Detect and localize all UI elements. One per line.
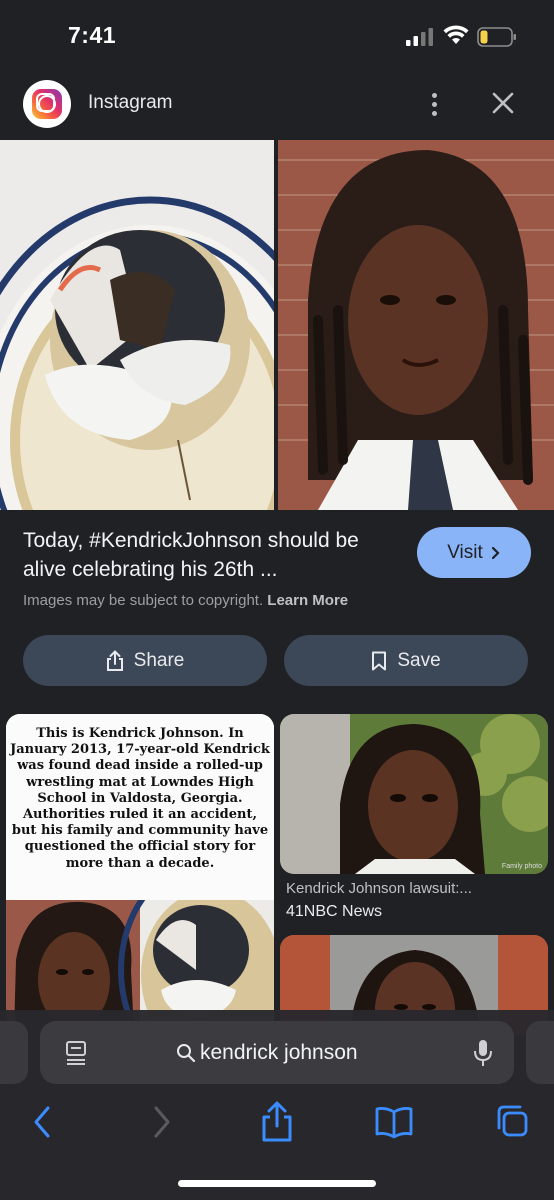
- hero-image[interactable]: [0, 140, 554, 510]
- back-icon[interactable]: [28, 1100, 56, 1144]
- portrait-photo: [278, 140, 554, 510]
- search-icon: [177, 1044, 196, 1063]
- watermark-text: Family photo: [501, 863, 542, 870]
- chevron-right-icon: [491, 546, 500, 559]
- related-image-card[interactable]: This is Kendrick Johnson. In January 201…: [6, 714, 274, 1034]
- copyright-notice: Images may be subject to copyright. Lear…: [23, 592, 348, 609]
- cellular-signal-icon: [406, 28, 433, 46]
- share-sheet-icon[interactable]: [258, 1100, 296, 1144]
- next-tab-peek[interactable]: [526, 1021, 554, 1084]
- page-menu-icon[interactable]: [64, 1040, 88, 1066]
- related-caption[interactable]: Kendrick Johnson lawsuit:...: [286, 880, 472, 897]
- visit-button[interactable]: Visit: [417, 527, 531, 578]
- mic-icon[interactable]: [472, 1038, 494, 1068]
- book-icon[interactable]: [374, 1100, 414, 1144]
- save-label: Save: [397, 649, 441, 671]
- quote-text: This is Kendrick Johnson. In January 201…: [6, 714, 274, 900]
- wifi-icon: [443, 25, 469, 44]
- copyright-text: Images may be subject to copyright.: [23, 592, 264, 609]
- clock: 7:41: [68, 22, 117, 48]
- visit-label: Visit: [447, 541, 483, 563]
- wrestling-mat-photo: [0, 140, 274, 510]
- related-source: 41NBC News: [286, 903, 383, 920]
- search-field[interactable]: kendrick johnson: [176, 1041, 358, 1065]
- related-image-card-2[interactable]: Family photo: [280, 714, 548, 874]
- learn-more-link[interactable]: Learn More: [267, 592, 348, 609]
- previous-tab-peek[interactable]: [0, 1021, 28, 1084]
- status-bar: 7:41: [0, 0, 554, 70]
- share-label: Share: [133, 649, 185, 671]
- forward-icon[interactable]: [148, 1100, 176, 1144]
- save-button[interactable]: Save: [284, 635, 528, 686]
- share-icon: [106, 649, 123, 671]
- tab-switcher-icon[interactable]: [492, 1100, 532, 1144]
- instagram-logo[interactable]: [23, 80, 71, 128]
- result-title[interactable]: Today, #KendrickJohnson should be alive …: [23, 526, 393, 584]
- more-vert-icon[interactable]: [424, 90, 444, 120]
- home-indicator[interactable]: [178, 1180, 376, 1187]
- source-title[interactable]: Instagram: [88, 92, 172, 114]
- battery-icon: [477, 27, 516, 47]
- close-icon[interactable]: [488, 88, 518, 118]
- share-button[interactable]: Share: [23, 635, 267, 686]
- search-query: kendrick johnson: [200, 1041, 358, 1064]
- source-header: Instagram: [0, 70, 554, 140]
- bookmark-icon: [372, 651, 387, 670]
